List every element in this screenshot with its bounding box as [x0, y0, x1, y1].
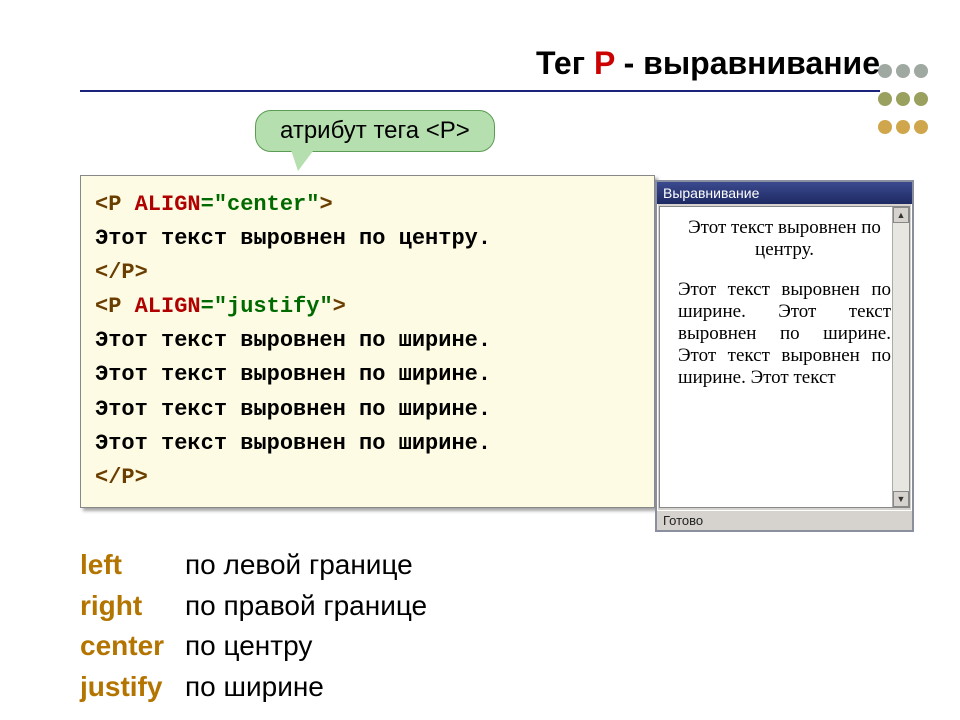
callout-bubble: атрибут тега <P> [255, 110, 495, 152]
align-legend: leftпо левой границе rightпо правой гран… [80, 545, 427, 707]
title-suffix: - выравнивание [615, 45, 880, 81]
legend-desc: по центру [185, 630, 312, 661]
window-content: Этот текст выровнен по центру. Этот текс… [659, 206, 910, 508]
decorative-dots [876, 62, 930, 136]
code-example: <P ALIGN="center"> Этот текст выровнен п… [80, 175, 655, 508]
code-text: Этот текст выровнен по центру. [95, 226, 491, 251]
window-statusbar: Готово [657, 510, 912, 530]
title-prefix: Тег [536, 45, 594, 81]
legend-desc: по правой границе [185, 590, 427, 621]
window-title: Выравнивание [663, 185, 759, 201]
code-tag-open: <P [95, 192, 135, 217]
code-tag-end: </P> [95, 260, 148, 285]
page-title: Тег P - выравнивание [80, 45, 880, 92]
legend-kw-right: right [80, 586, 185, 627]
legend-kw-left: left [80, 545, 185, 586]
legend-row: justifyпо ширине [80, 667, 427, 708]
code-tag-close: > [333, 294, 346, 319]
window-titlebar[interactable]: Выравнивание [657, 182, 912, 204]
code-tag-close: > [319, 192, 332, 217]
legend-kw-justify: justify [80, 667, 185, 708]
scrollbar[interactable]: ▲ ▼ [892, 207, 909, 507]
legend-row: leftпо левой границе [80, 545, 427, 586]
legend-row: centerпо центру [80, 626, 427, 667]
legend-kw-center: center [80, 626, 185, 667]
scroll-up-icon[interactable]: ▲ [893, 207, 909, 223]
code-value: ="justify" [201, 294, 333, 319]
scroll-down-icon[interactable]: ▼ [893, 491, 909, 507]
status-text: Готово [663, 513, 703, 528]
code-text: Этот текст выровнен по ширине. [95, 328, 491, 353]
preview-window: Выравнивание Этот текст выровнен по цент… [655, 180, 914, 532]
legend-desc: по ширине [185, 671, 324, 702]
callout-text: атрибут тега <P> [280, 117, 470, 144]
code-tag-open: <P [95, 294, 135, 319]
code-attr: ALIGN [135, 294, 201, 319]
code-value: ="center" [201, 192, 320, 217]
preview-justified-text: Этот текст выровнен по ширине. Этот текс… [678, 279, 891, 389]
code-text: Этот текст выровнен по ширине. [95, 362, 491, 387]
legend-row: rightпо правой границе [80, 586, 427, 627]
code-attr: ALIGN [135, 192, 201, 217]
preview-centered-text: Этот текст выровнен по центру. [678, 217, 891, 261]
code-text: Этот текст выровнен по ширине. [95, 397, 491, 422]
callout-tail [290, 147, 316, 171]
legend-desc: по левой границе [185, 549, 413, 580]
title-highlight: P [594, 45, 615, 81]
code-tag-end: </P> [95, 465, 148, 490]
code-text: Этот текст выровнен по ширине. [95, 431, 491, 456]
